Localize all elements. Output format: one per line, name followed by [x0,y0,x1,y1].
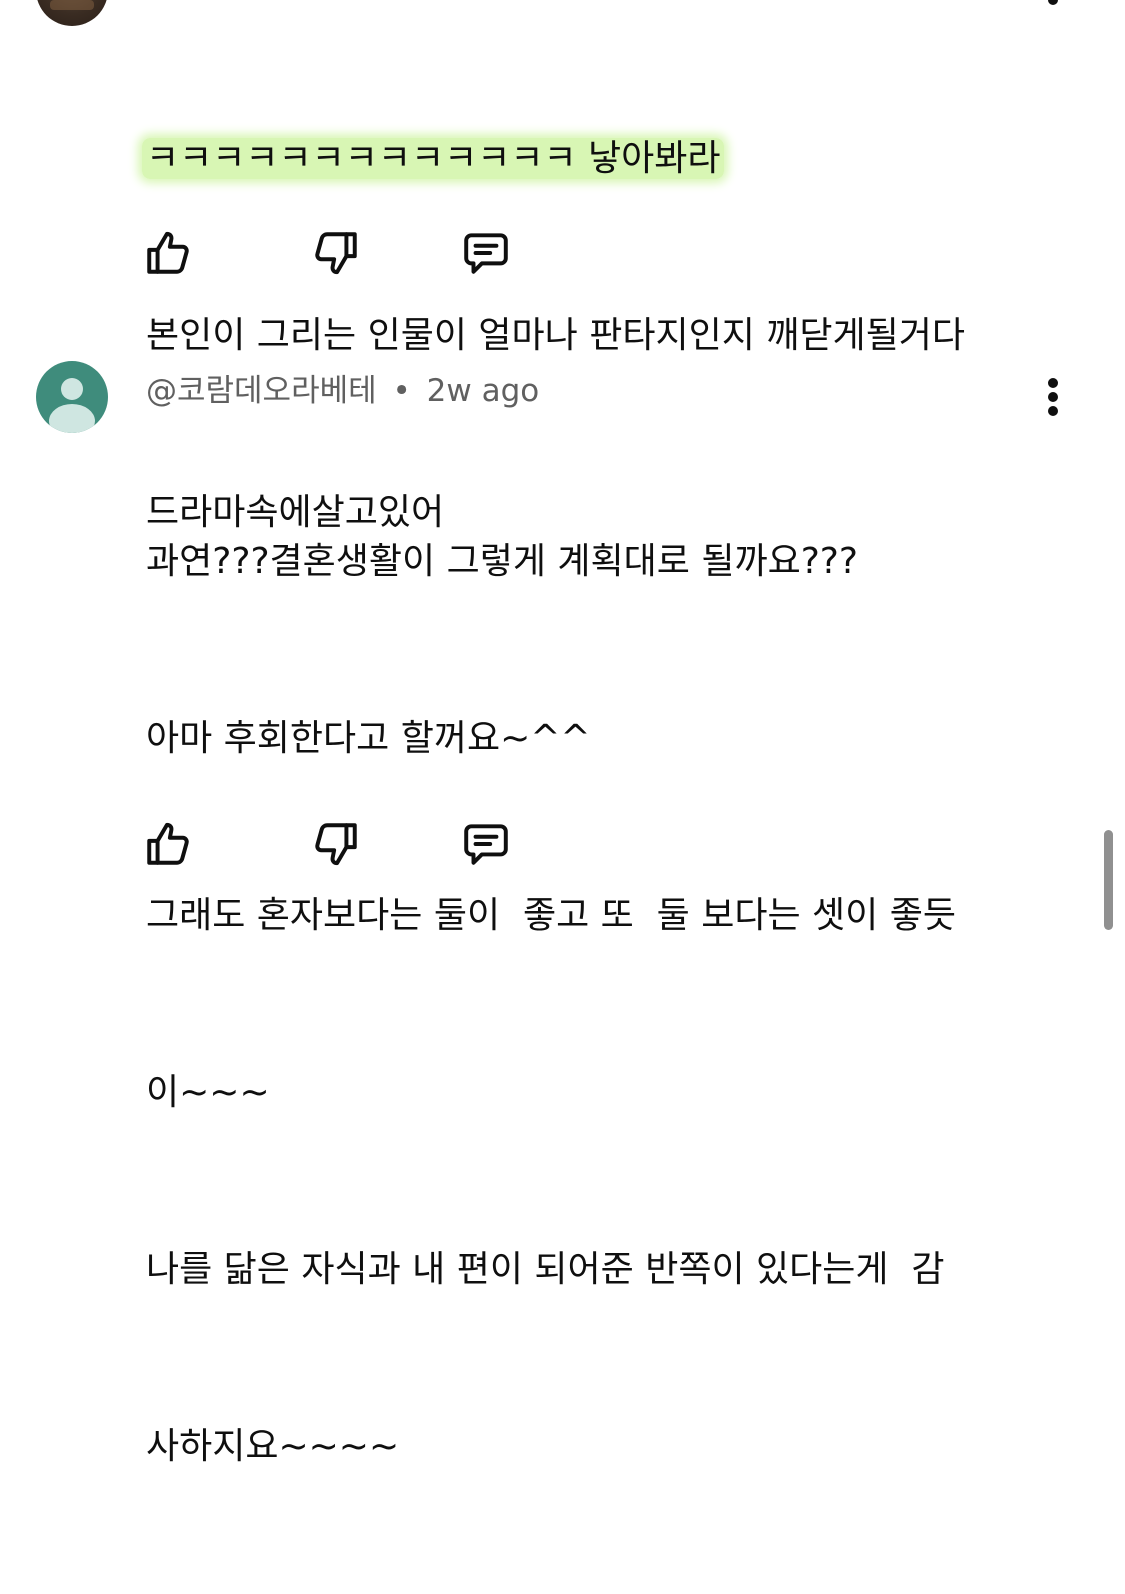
reply-button[interactable] [458,816,514,872]
timestamp: 2w ago [426,373,540,409]
comment-line: 나를 닮은 자식과 내 편이 되어준 반쪽이 있다는게 감 [146,1249,945,1290]
comment-line: 그래도 혼자보다는 둘이 좋고 또 둘 보다는 셋이 좋듯 [146,895,956,936]
comment-meta: @코람데오라베테 • 2w ago [146,365,539,410]
like-button[interactable] [140,816,196,872]
avatar-head [61,378,83,400]
comment-line: 이~~~ [146,1072,270,1113]
thumbs-down-icon [315,823,357,866]
reply-icon [464,824,508,865]
thumbs-up-icon [147,822,189,865]
avatar[interactable] [36,361,108,433]
comment-line: 아마 후회한다고 할꺼요~^^ [146,718,591,759]
comment-2: @코람데오라베테 • 2w ago 과연???결혼생활이 그렇게 계획대로 될까… [0,0,1125,1467]
more-options-button[interactable] [1043,378,1063,426]
scrollbar[interactable] [1104,830,1113,930]
avatar-body [49,404,95,433]
more-vert-icon [1048,378,1058,388]
separator-dot: • [392,373,411,409]
comment-line: 과연???결혼생활이 그렇게 계획대로 될까요??? [146,541,859,582]
comment-actions [140,816,540,872]
comment-text: 과연???결혼생활이 그렇게 계획대로 될까요??? 아마 후회한다고 할꺼요~… [146,414,956,1594]
dislike-button[interactable] [308,816,364,872]
comment-line: 사하지요~~~~ [146,1426,400,1467]
author-name[interactable]: @코람데오라베테 [146,373,377,409]
